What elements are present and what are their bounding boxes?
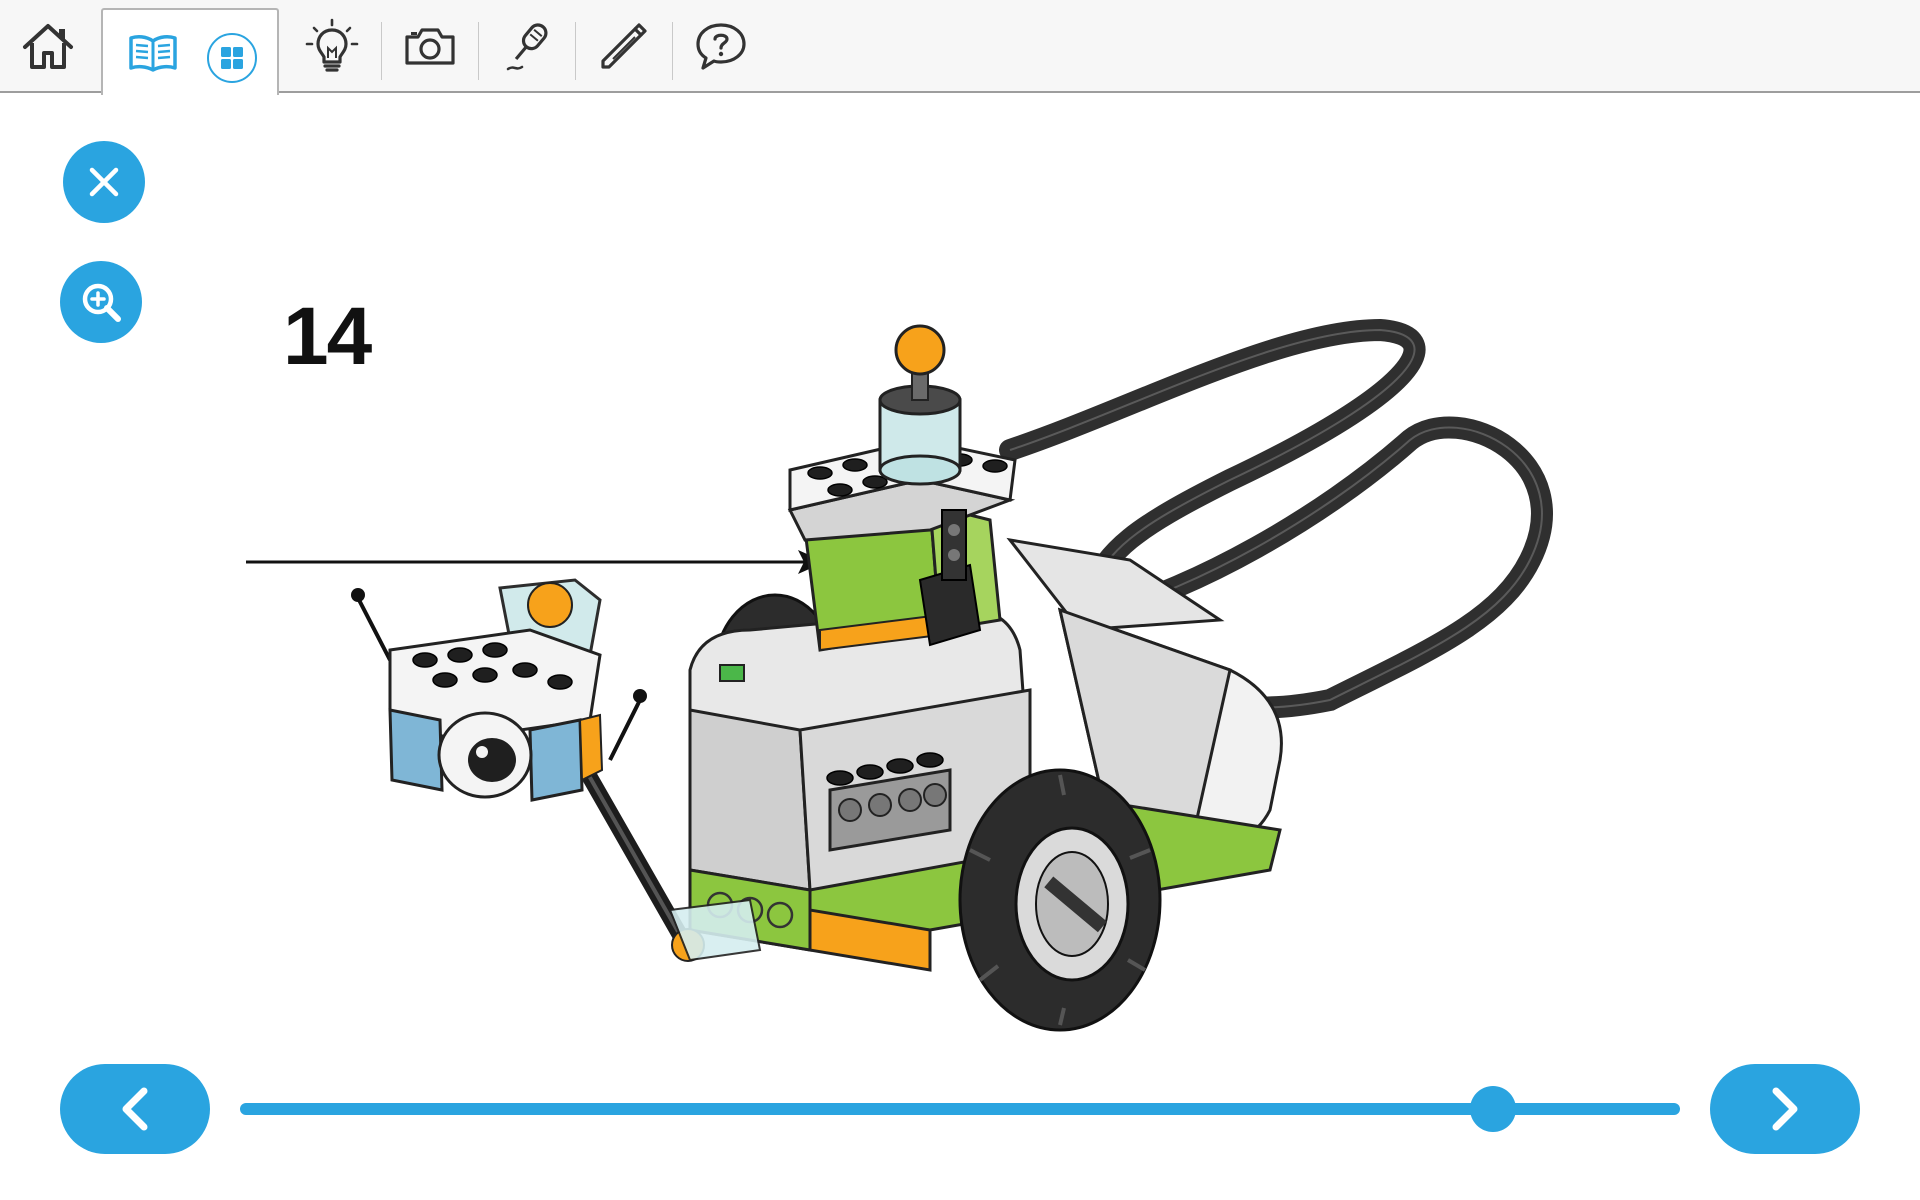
camera-module <box>351 578 647 802</box>
idea-button[interactable] <box>284 0 380 91</box>
pencil-icon <box>601 22 647 69</box>
top-module <box>787 324 1017 652</box>
building-grid-button[interactable] <box>207 33 257 83</box>
instructions-tab[interactable] <box>101 8 279 95</box>
step-progress-slider[interactable] <box>240 1086 1680 1132</box>
camera-icon <box>405 27 455 65</box>
progress-slider-thumb[interactable] <box>1469 1086 1516 1132</box>
microphone-icon <box>506 22 548 70</box>
top-toolbar <box>0 0 1920 95</box>
placement-arrow <box>246 550 825 574</box>
camera-button[interactable] <box>382 0 478 91</box>
front-wheel <box>958 768 1162 1032</box>
help-button[interactable] <box>673 0 769 91</box>
build-step-illustration <box>246 318 1553 1032</box>
chevron-left-icon <box>122 1087 148 1131</box>
lightbulb-icon <box>305 18 359 72</box>
previous-step-button[interactable] <box>60 1064 210 1154</box>
microphone-button[interactable] <box>479 0 575 91</box>
book-icon <box>129 35 177 72</box>
help-bubble-icon <box>696 22 746 70</box>
home-icon <box>23 23 73 69</box>
pencil-button[interactable] <box>576 0 672 91</box>
next-step-button[interactable] <box>1710 1064 1860 1154</box>
zoom-in-icon <box>82 283 121 322</box>
grid-icon <box>221 47 243 69</box>
chevron-right-icon <box>1772 1087 1798 1131</box>
close-button[interactable] <box>63 141 145 223</box>
book-button[interactable] <box>121 20 185 86</box>
zoom-button[interactable] <box>60 261 142 343</box>
home-button[interactable] <box>0 0 96 91</box>
close-icon <box>89 167 119 197</box>
